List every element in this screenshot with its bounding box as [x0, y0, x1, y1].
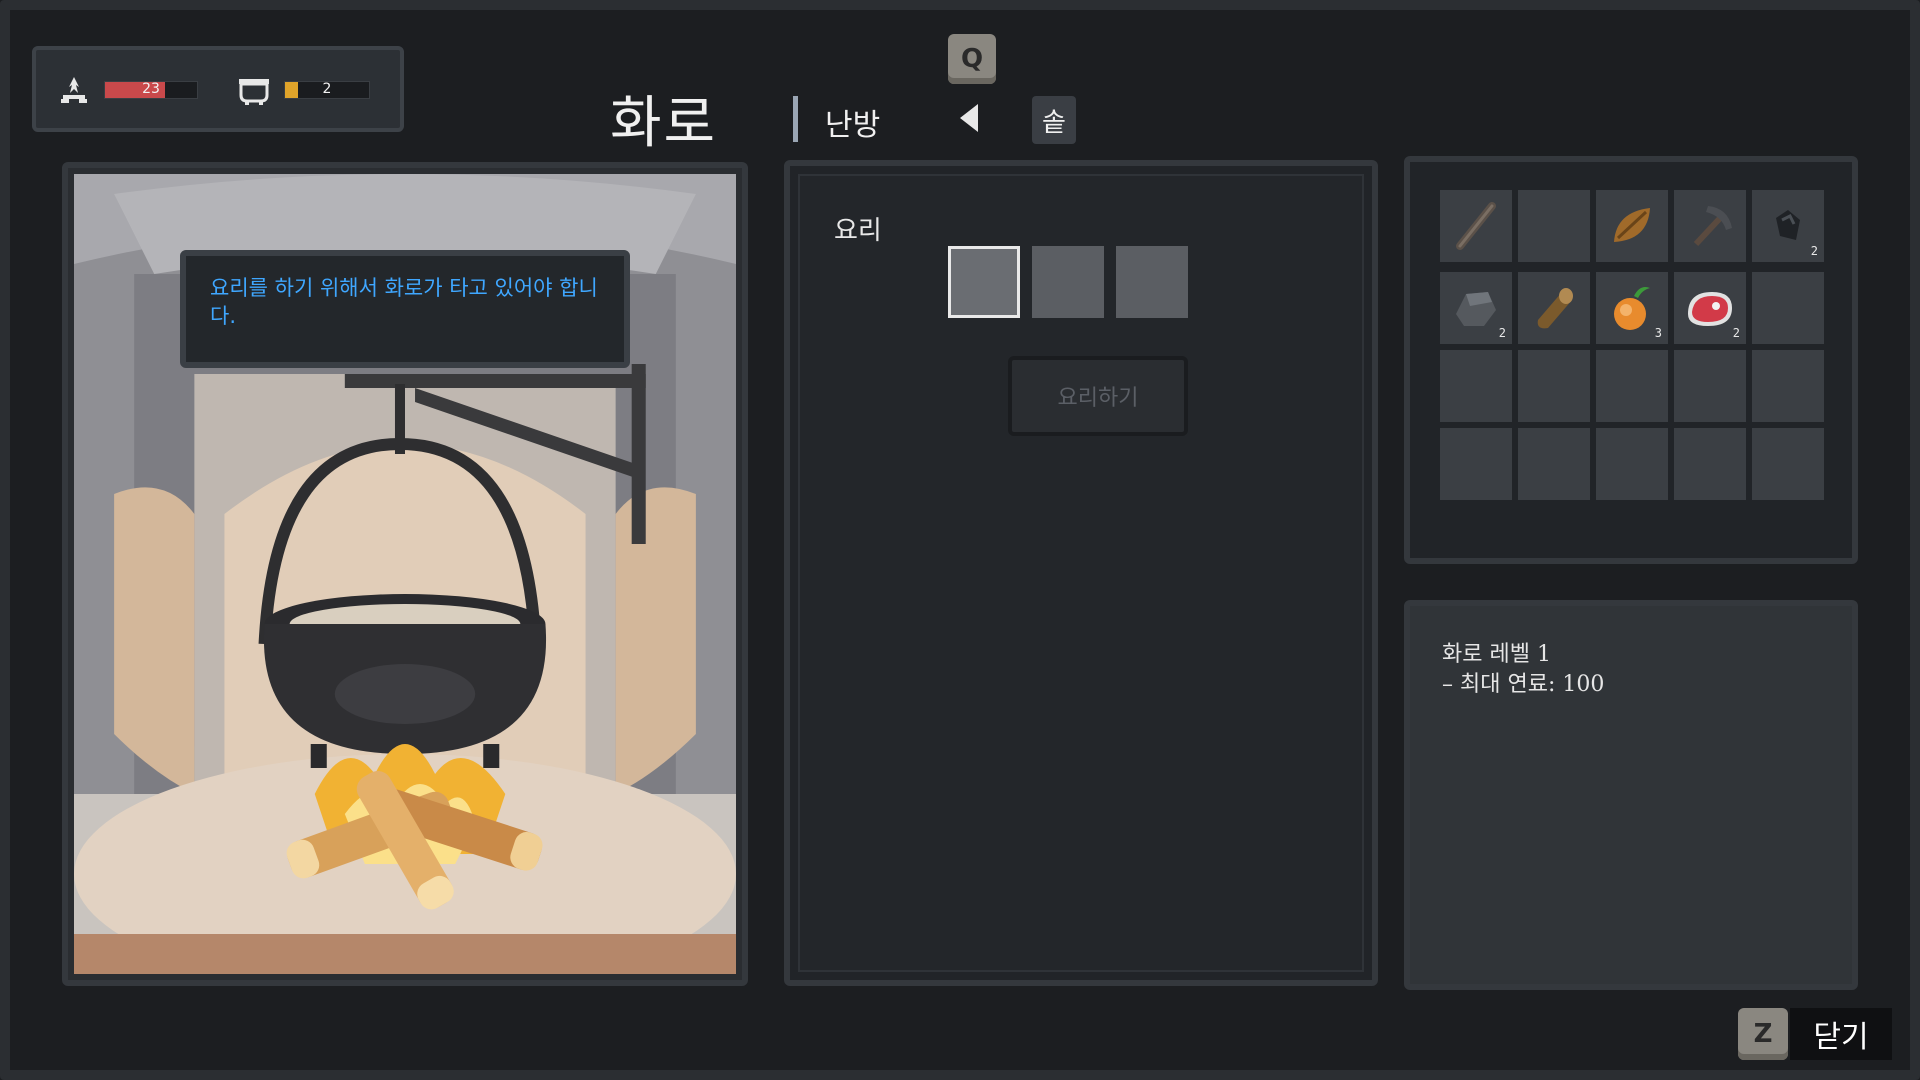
log-icon: [1537, 288, 1573, 329]
inventory-slot[interactable]: [1440, 350, 1512, 422]
item-count: 3: [1654, 326, 1662, 340]
close-key[interactable]: Z: [1738, 1008, 1788, 1060]
inventory-slot[interactable]: [1518, 350, 1590, 422]
fuel-bar: 2: [284, 81, 370, 99]
prev-tab-key[interactable]: Q: [948, 34, 996, 84]
pot-icon: [232, 74, 276, 106]
fire-bar: 23: [104, 81, 198, 99]
inventory-slot[interactable]: [1596, 190, 1668, 262]
inventory-slot[interactable]: [1518, 272, 1590, 344]
furnace-info-panel: 화로 레벨 1 – 최대 연료: 100: [1404, 600, 1858, 990]
ingredient-slot-1[interactable]: [948, 246, 1020, 318]
page-title: 화로: [610, 91, 718, 156]
fuel-stat: 2: [232, 74, 370, 106]
inventory-slot[interactable]: [1596, 350, 1668, 422]
tab-pot-button[interactable]: 솥: [1032, 96, 1076, 144]
ingredient-slot-3[interactable]: [1116, 246, 1188, 318]
cooking-label: 요리: [834, 216, 882, 246]
stick-icon: [1456, 202, 1496, 250]
inventory-slot[interactable]: [1674, 428, 1746, 500]
close-button[interactable]: 닫기: [1790, 1008, 1892, 1060]
inventory-slot[interactable]: 2: [1440, 272, 1512, 344]
cooking-panel-inner: 요리 요리하기: [798, 174, 1364, 972]
title-divider: [793, 96, 798, 142]
inventory-slot[interactable]: [1518, 428, 1590, 500]
inventory-grid-lower: 2 3 2: [1440, 272, 1824, 500]
cooking-panel: 요리 요리하기: [784, 160, 1378, 986]
tab-heating[interactable]: 난방: [825, 100, 880, 144]
inventory-slot[interactable]: 3: [1596, 272, 1668, 344]
inventory-slot[interactable]: [1674, 190, 1746, 262]
fire-stat: 23: [52, 74, 198, 106]
inventory-slot[interactable]: [1440, 190, 1512, 262]
fire-value: 23: [142, 81, 160, 97]
furnace-level-text: 화로 레벨 1: [1442, 642, 1551, 667]
inventory-slot[interactable]: [1518, 190, 1590, 262]
inventory-slot[interactable]: [1752, 428, 1824, 500]
ingredient-slot-2[interactable]: [1032, 246, 1104, 318]
inventory-slot[interactable]: [1752, 350, 1824, 422]
item-count: 2: [1498, 326, 1506, 340]
inventory-slot[interactable]: [1674, 350, 1746, 422]
inventory-slot[interactable]: [1752, 272, 1824, 344]
max-fuel-text: – 최대 연료: 100: [1442, 672, 1605, 697]
inventory-slot[interactable]: 2: [1752, 190, 1824, 262]
arrow-left-icon[interactable]: [960, 104, 978, 132]
stone-icon: [1456, 292, 1496, 326]
flint-icon: [1776, 210, 1800, 240]
campfire-icon: [52, 74, 96, 106]
item-count: 2: [1810, 244, 1818, 258]
status-hud: 23 2: [32, 46, 404, 132]
item-count: 2: [1732, 326, 1740, 340]
inventory-slot[interactable]: [1440, 428, 1512, 500]
fuel-value: 2: [322, 81, 332, 97]
fire-required-tooltip: 요리를 하기 위해서 화로가 타고 있어야 합니다.: [180, 250, 630, 368]
onion-icon: [1614, 287, 1650, 330]
cook-button[interactable]: 요리하기: [1008, 356, 1188, 436]
inventory-slot[interactable]: [1596, 428, 1668, 500]
inventory-panel: 2 2 3 2: [1404, 156, 1858, 564]
pickaxe-icon: [1693, 206, 1732, 247]
seed-icon: [1614, 208, 1650, 242]
meat-icon: [1688, 292, 1732, 326]
inventory-slot[interactable]: 2: [1674, 272, 1746, 344]
